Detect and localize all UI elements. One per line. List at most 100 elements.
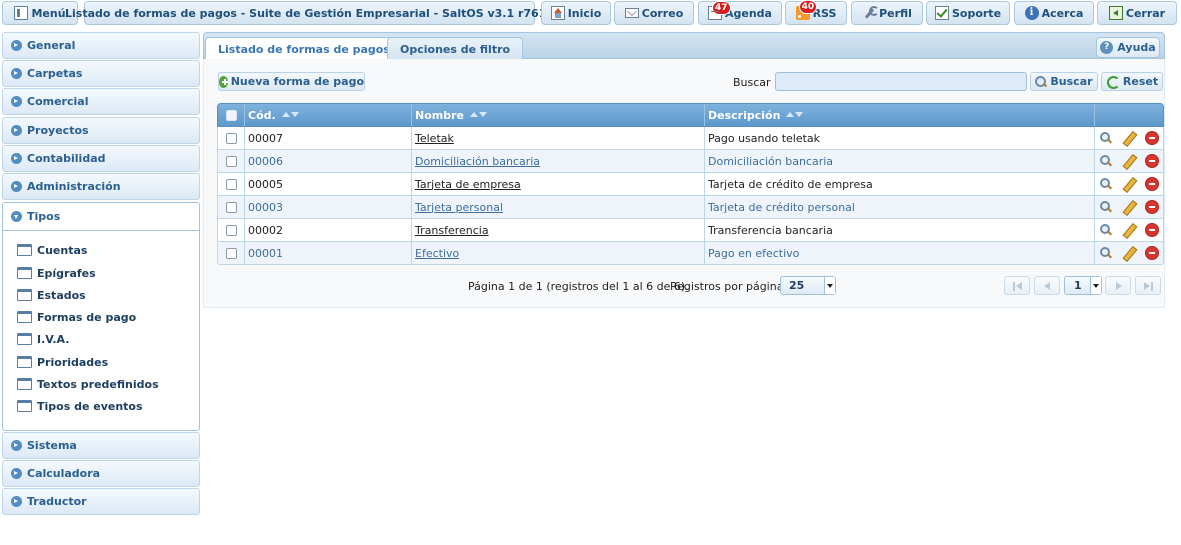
view-icon[interactable] [1099, 200, 1113, 214]
header-nombre[interactable]: Nombre [412, 104, 705, 126]
row-select-cell [218, 173, 245, 195]
edit-icon[interactable] [1122, 131, 1136, 145]
sidebar-item-formas-de-pago[interactable]: Formas de pago [17, 308, 136, 326]
exit-icon [1108, 6, 1123, 20]
sidebar-section-sistema[interactable]: Sistema [2, 432, 200, 459]
new-payment-button[interactable]: Nueva forma de pago [218, 72, 365, 91]
sidebar-item-cuentas[interactable]: Cuentas [17, 241, 87, 259]
delete-icon[interactable] [1145, 223, 1159, 237]
cell-name: Transferencia [412, 219, 705, 241]
tab-listado[interactable]: Listado de formas de pagos [205, 37, 403, 61]
search-button[interactable]: Buscar [1030, 72, 1098, 91]
edit-icon[interactable] [1122, 154, 1136, 168]
row-checkbox[interactable] [226, 201, 237, 213]
payment-name-link[interactable]: Teletak [415, 132, 454, 145]
first-page-button[interactable] [1004, 276, 1030, 295]
add-icon [219, 75, 228, 88]
support-icon [934, 6, 949, 20]
delete-icon[interactable] [1145, 177, 1159, 191]
payment-name-link[interactable]: Transferencia [415, 224, 489, 237]
sidebar-section-carpetas[interactable]: Carpetas [2, 60, 200, 87]
header-codigo[interactable]: Cód. [245, 104, 412, 126]
sidebar-item-iva[interactable]: I.V.A. [17, 330, 69, 348]
tab-opciones-filtro[interactable]: Opciones de filtro [387, 37, 524, 60]
row-checkbox[interactable] [226, 178, 237, 190]
table-header: Cód. Nombre Descripción [217, 103, 1164, 127]
soporte-label: Soporte [951, 6, 1002, 20]
cell-description: Tarjeta de crédito personal [705, 196, 1095, 218]
table-row: 00005 Tarjeta de empresa Tarjeta de créd… [217, 173, 1164, 196]
sidebar-section-general[interactable]: General [2, 32, 200, 59]
agenda-button[interactable]: 47 Agenda [698, 1, 782, 25]
correo-button[interactable]: Correo [614, 1, 694, 25]
edit-icon[interactable] [1122, 223, 1136, 237]
sidebar-section-administracion[interactable]: Administración [2, 173, 200, 200]
delete-icon[interactable] [1145, 154, 1159, 168]
sidebar-item-label: Prioridades [37, 355, 109, 369]
help-button[interactable]: ? Ayuda [1096, 37, 1160, 58]
reset-button-label: Reset [1122, 75, 1159, 88]
sidebar-section-traductor[interactable]: Traductor [2, 488, 200, 515]
view-icon[interactable] [1099, 246, 1113, 260]
edit-icon[interactable] [1122, 177, 1136, 191]
view-icon[interactable] [1099, 154, 1113, 168]
delete-icon[interactable] [1145, 200, 1159, 214]
row-checkbox[interactable] [226, 155, 237, 167]
search-input[interactable] [775, 72, 1027, 91]
perfil-button[interactable]: Perfil [851, 1, 923, 25]
payment-name-link[interactable]: Tarjeta de empresa [415, 178, 521, 191]
row-checkbox[interactable] [226, 132, 237, 144]
edit-icon[interactable] [1122, 246, 1136, 260]
last-page-button[interactable] [1135, 276, 1161, 295]
pager-info: Página 1 de 1 (registros del 1 al 6 de 6… [468, 280, 689, 293]
payment-name-link[interactable]: Tarjeta personal [415, 201, 503, 214]
view-icon[interactable] [1099, 131, 1113, 145]
header-descripcion[interactable]: Descripción [705, 104, 1095, 126]
rss-button[interactable]: 40 RSS [785, 0, 847, 25]
next-page-button[interactable] [1105, 276, 1131, 295]
page-select[interactable]: 1 [1064, 276, 1102, 295]
sidebar-section-label: Carpetas [27, 67, 83, 80]
sidebar-item-tipos-de-eventos[interactable]: Tipos de eventos [17, 397, 143, 415]
reset-button[interactable]: Reset [1101, 72, 1163, 91]
sidebar-item-prioridades[interactable]: Prioridades [17, 353, 108, 371]
sidebar-section-tipos[interactable]: Tipos [2, 202, 200, 231]
chevron-right-icon [11, 496, 22, 507]
view-icon[interactable] [1099, 177, 1113, 191]
menu-label: Menú [31, 6, 66, 20]
edit-icon[interactable] [1122, 200, 1136, 214]
inicio-button[interactable]: Inicio [541, 1, 611, 25]
help-icon: ? [1100, 41, 1114, 54]
row-checkbox[interactable] [226, 247, 237, 259]
select-all-checkbox[interactable] [226, 109, 237, 121]
cerrar-button[interactable]: Cerrar [1097, 1, 1177, 25]
menu-icon [14, 6, 29, 20]
delete-icon[interactable] [1145, 246, 1159, 260]
acerca-button[interactable]: Acerca [1014, 1, 1094, 25]
sidebar-item-estados[interactable]: Estados [17, 286, 86, 304]
row-checkbox[interactable] [226, 224, 237, 236]
delete-icon[interactable] [1145, 131, 1159, 145]
tab-label: Listado de formas de pagos [218, 43, 390, 56]
soporte-button[interactable]: Soporte [926, 1, 1010, 25]
cell-code: 00006 [245, 150, 412, 172]
view-icon[interactable] [1099, 223, 1113, 237]
payment-name-link[interactable]: Domiciliación bancaria [415, 155, 540, 168]
header-label: Cód. [248, 108, 276, 122]
per-page-select[interactable]: 25 [780, 276, 836, 295]
sidebar-item-textos-predefinidos[interactable]: Textos predefinidos [17, 375, 159, 393]
cell-name: Tarjeta personal [412, 196, 705, 218]
sidebar-item-epigrafes[interactable]: Epígrafes [17, 264, 96, 282]
cell-code: 00007 [245, 127, 412, 149]
sidebar-section-comercial[interactable]: Comercial [2, 88, 200, 115]
sidebar-section-contabilidad[interactable]: Contabilidad [2, 145, 200, 172]
sidebar-section-label: Proyectos [27, 124, 89, 137]
table-row: 00003 Tarjeta personal Tarjeta de crédit… [217, 196, 1164, 219]
window-icon [17, 311, 32, 323]
sidebar-section-proyectos[interactable]: Proyectos [2, 117, 200, 144]
last-page-icon [1151, 282, 1153, 291]
payment-name-link[interactable]: Efectivo [415, 247, 459, 260]
table-row: 00001 Efectivo Pago en efectivo [217, 242, 1164, 265]
previous-page-button[interactable] [1034, 276, 1060, 295]
sidebar-section-calculadora[interactable]: Calculadora [2, 460, 200, 487]
